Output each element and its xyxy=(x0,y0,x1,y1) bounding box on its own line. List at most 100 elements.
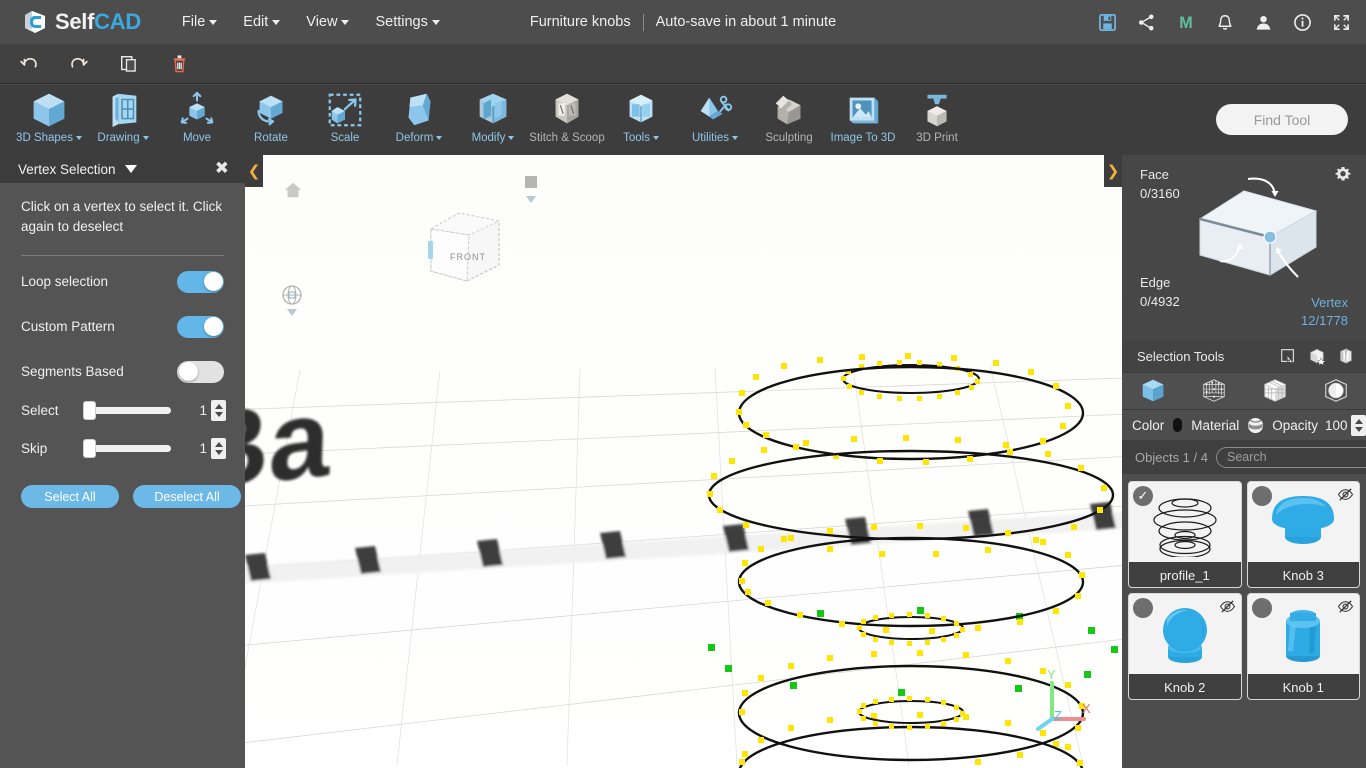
delete-button[interactable] xyxy=(166,51,192,77)
close-icon[interactable]: ✖ xyxy=(215,160,229,178)
undo-button[interactable] xyxy=(16,51,42,77)
sphere-mode-icon[interactable] xyxy=(1318,375,1354,407)
visibility-eye-off-icon[interactable] xyxy=(1219,599,1236,619)
object-card-knob-3[interactable]: Knob 3 xyxy=(1246,481,1360,588)
caret-up-icon[interactable] xyxy=(214,403,223,409)
slider-select-stepper[interactable] xyxy=(211,399,226,421)
objects-search-input[interactable] xyxy=(1215,446,1366,468)
tool-image-to-3d[interactable]: Image To 3D xyxy=(826,85,900,153)
caret-down-icon[interactable] xyxy=(214,411,223,417)
caret-down-icon[interactable] xyxy=(1354,426,1363,432)
tool-drawing[interactable]: Drawing xyxy=(86,85,160,153)
marketplace-m-icon[interactable]: M xyxy=(1175,12,1196,33)
box-select-icon[interactable] xyxy=(1307,346,1327,366)
selfcad-logo[interactable]: SelfCAD xyxy=(22,9,141,35)
menu-file[interactable]: File xyxy=(169,8,230,36)
toggle-custom-pattern[interactable] xyxy=(177,315,224,338)
color-label: Color xyxy=(1132,417,1165,433)
slider-skip[interactable] xyxy=(83,438,171,458)
save-icon[interactable] xyxy=(1097,12,1118,33)
slider-handle[interactable] xyxy=(83,438,96,458)
face-mode-icon[interactable] xyxy=(1257,375,1293,407)
face-count-value: 0/3160 xyxy=(1140,186,1180,201)
color-swatch[interactable] xyxy=(1173,418,1183,432)
svg-text:M: M xyxy=(1179,14,1192,32)
rotate-icon xyxy=(250,89,292,131)
collapse-right-panel-button[interactable]: ❯ xyxy=(1104,155,1122,187)
caret-up-icon[interactable] xyxy=(214,441,223,447)
selection-settings-gear-icon[interactable] xyxy=(1334,165,1352,188)
svg-text:Ba: Ba xyxy=(245,376,334,514)
rectangle-select-icon[interactable] xyxy=(1278,346,1298,366)
opacity-label: Opacity xyxy=(1272,417,1318,433)
menu-view-label: View xyxy=(306,14,338,30)
tool-utilities[interactable]: Utilities xyxy=(678,85,752,153)
tool-modify[interactable]: Modify xyxy=(456,85,530,153)
divider xyxy=(642,13,644,31)
select-all-button[interactable]: Select All xyxy=(21,485,119,509)
object-card-knob-1[interactable]: Knob 1 xyxy=(1246,593,1360,700)
chevron-down-icon xyxy=(209,19,218,25)
deselect-all-button[interactable]: Deselect All xyxy=(133,485,241,509)
vertex-mode-icon[interactable] xyxy=(1196,375,1232,407)
viewport-canvas[interactable]: Ba xyxy=(245,155,1130,768)
notifications-bell-icon[interactable] xyxy=(1214,12,1235,33)
slider-select[interactable] xyxy=(83,400,171,420)
caret-up-icon[interactable] xyxy=(1354,418,1363,424)
tool-stitch-and-scoop[interactable]: Stitch & Scoop xyxy=(529,85,605,153)
tool-tools[interactable]: Tools xyxy=(604,85,678,153)
toggle-segments-based[interactable] xyxy=(177,360,224,383)
tool-scale[interactable]: Scale xyxy=(308,85,382,153)
tool-deform[interactable]: Deform xyxy=(382,85,456,153)
duplicate-button[interactable] xyxy=(116,51,142,77)
object-name: profile_1 xyxy=(1129,562,1241,587)
edge-count-label: Edge xyxy=(1140,275,1171,290)
slider-select-value[interactable]: 1 xyxy=(185,403,207,418)
axis-x-label: X xyxy=(1082,701,1091,716)
tool-move[interactable]: Move xyxy=(160,85,234,153)
toggle-loop-selection[interactable] xyxy=(177,270,224,293)
material-sphere-icon[interactable] xyxy=(1247,417,1264,434)
tool-rotate[interactable]: Rotate xyxy=(234,85,308,153)
object-select-checkbox[interactable] xyxy=(1251,598,1272,618)
collapse-left-panel-button[interactable]: ❮ xyxy=(245,155,263,187)
object-select-checkbox[interactable] xyxy=(1133,598,1153,618)
slider-skip-value[interactable]: 1 xyxy=(185,441,207,456)
home-icon[interactable] xyxy=(283,180,303,205)
through-select-icon[interactable] xyxy=(1336,346,1356,366)
share-icon[interactable] xyxy=(1136,12,1157,33)
opacity-control[interactable]: 100 xyxy=(1325,414,1366,436)
visibility-eye-off-icon[interactable] xyxy=(1337,599,1354,619)
find-tool-input[interactable] xyxy=(1216,104,1348,135)
object-mode-icon[interactable] xyxy=(1135,375,1171,407)
document-title[interactable]: Furniture knobs xyxy=(530,14,631,30)
object-select-checkbox[interactable]: ✓ xyxy=(1133,486,1153,506)
face-count-label: Face xyxy=(1140,167,1169,182)
slider-skip-stepper[interactable] xyxy=(211,437,226,459)
user-account-icon[interactable] xyxy=(1253,12,1274,33)
info-icon[interactable] xyxy=(1292,12,1313,33)
menu-view[interactable]: View xyxy=(293,8,362,36)
pan-widget-icon[interactable] xyxy=(517,172,545,213)
view-cube[interactable]: FRONT xyxy=(423,207,507,292)
tool-sculpting[interactable]: Sculpting xyxy=(752,85,826,153)
tool-3d-shapes[interactable]: 3D Shapes xyxy=(12,85,86,153)
fullscreen-icon[interactable] xyxy=(1331,12,1352,33)
object-select-checkbox[interactable] xyxy=(1251,486,1272,506)
object-card-profile-1[interactable]: ✓ profile_1 xyxy=(1128,481,1242,588)
sculpting-icon xyxy=(768,89,810,131)
opacity-value[interactable]: 100 xyxy=(1325,418,1351,433)
caret-down-icon[interactable] xyxy=(214,449,223,455)
chevron-down-icon[interactable] xyxy=(124,165,137,173)
tool-3d-shapes-label: 3D Shapes xyxy=(16,132,73,144)
visibility-eye-off-icon[interactable] xyxy=(1337,487,1354,507)
opacity-stepper[interactable] xyxy=(1351,414,1366,436)
orbit-widget-icon[interactable] xyxy=(278,285,306,324)
slider-handle[interactable] xyxy=(83,400,96,420)
menu-edit[interactable]: Edit xyxy=(230,8,293,36)
redo-button[interactable] xyxy=(66,51,92,77)
tool-3d-print[interactable]: 3D Print xyxy=(900,85,974,153)
menu-settings[interactable]: Settings xyxy=(362,8,452,36)
object-card-knob-2[interactable]: Knob 2 xyxy=(1128,593,1242,700)
3d-viewport[interactable]: Ba FRONT Y X Z xyxy=(245,155,1130,768)
